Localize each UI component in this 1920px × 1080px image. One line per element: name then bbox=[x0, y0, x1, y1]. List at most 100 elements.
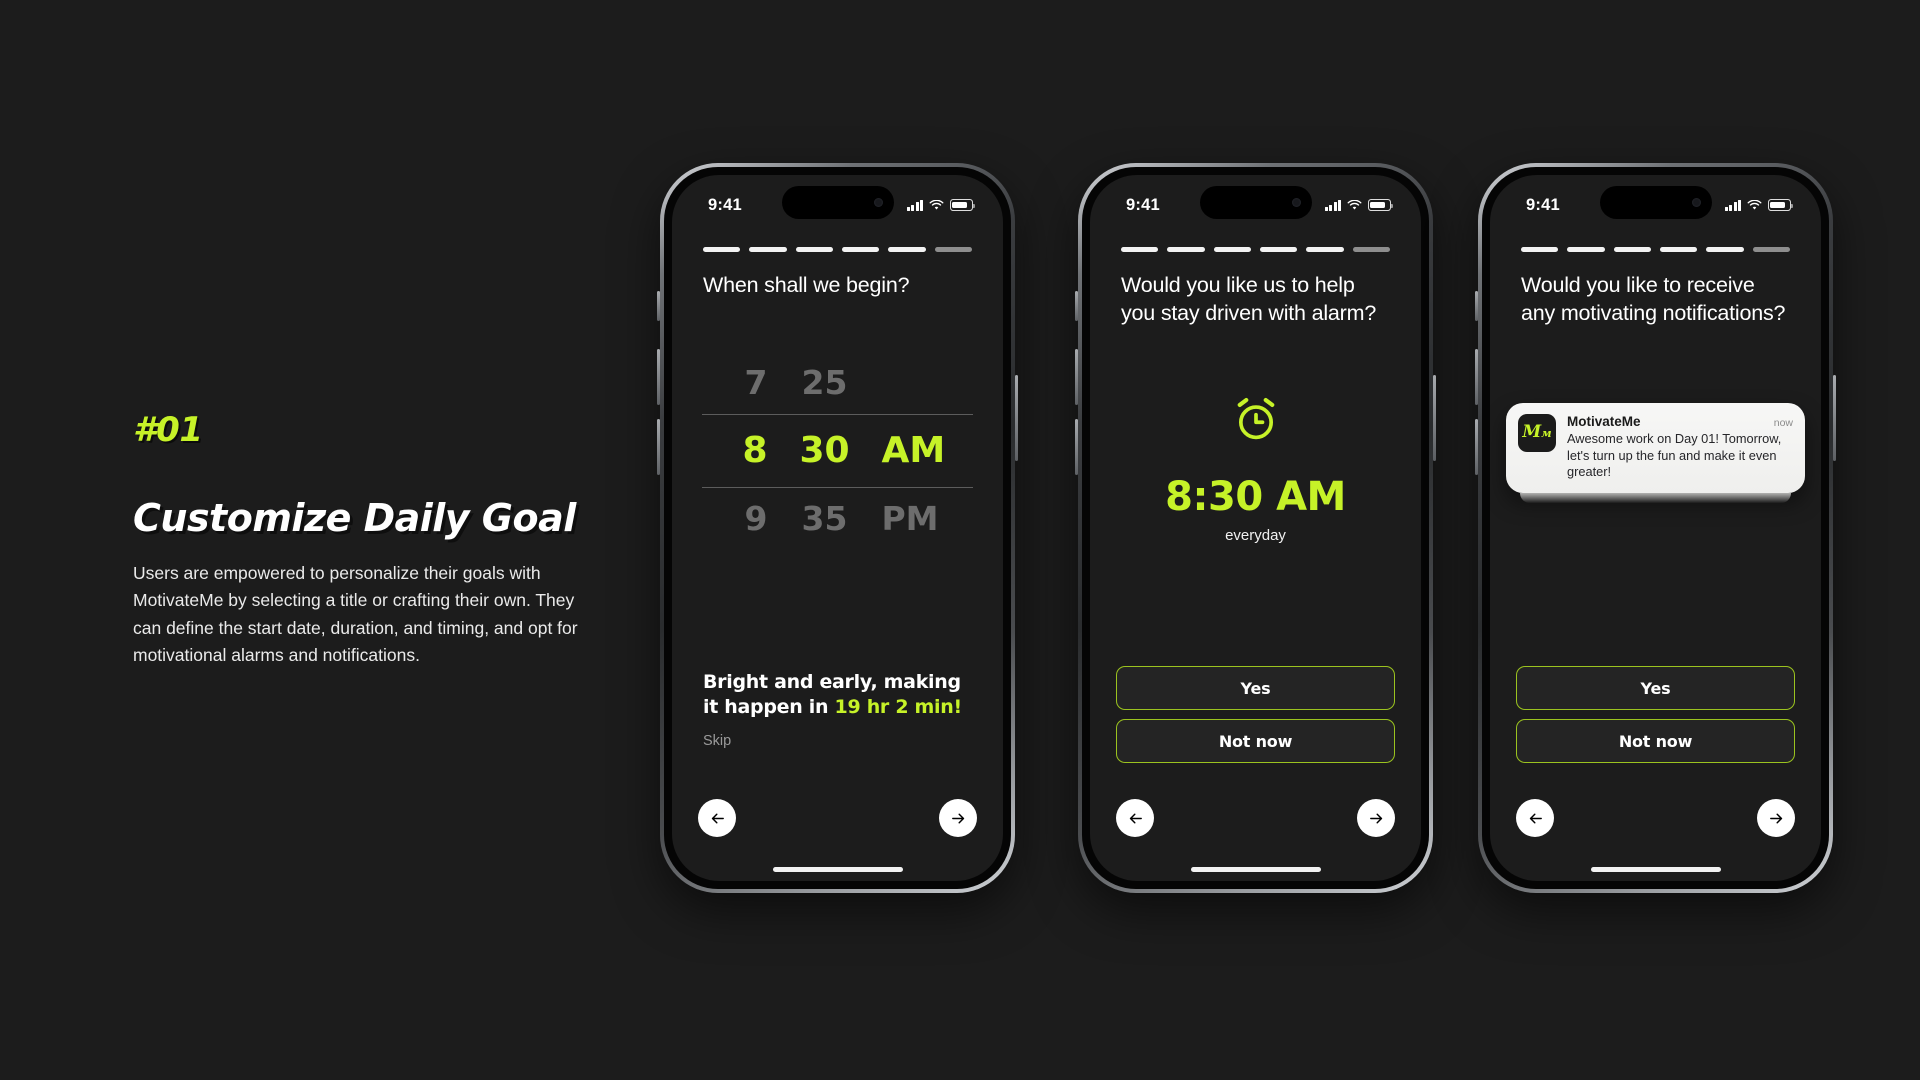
not-now-button[interactable]: Not now bbox=[1116, 719, 1395, 763]
copy-block: #01 Customize Daily Goal Users are empow… bbox=[133, 410, 603, 669]
wifi-icon bbox=[1347, 199, 1362, 210]
notification-stack-shadow bbox=[1520, 492, 1791, 503]
progress-segment bbox=[1121, 247, 1159, 252]
volume-up-button[interactable] bbox=[1475, 349, 1478, 405]
app-icon-letter-small: м bbox=[1541, 427, 1552, 440]
yes-button[interactable]: Yes bbox=[1116, 666, 1395, 710]
progress-segment bbox=[1352, 247, 1390, 252]
progress-segment bbox=[1567, 247, 1605, 252]
arrow-right-icon bbox=[1369, 813, 1382, 823]
next-button[interactable] bbox=[939, 799, 977, 837]
screen-time-picker: 9:41 When shall we begin? 7 25 8 30 AM 9… bbox=[672, 175, 1003, 881]
power-button[interactable] bbox=[1015, 375, 1018, 461]
picker-minute: 30 bbox=[799, 430, 850, 472]
arrow-right-icon bbox=[1769, 813, 1782, 823]
mute-switch[interactable] bbox=[657, 291, 660, 321]
phone-bezel: 9:41 bbox=[664, 167, 1011, 889]
action-buttons: Yes Not now bbox=[1116, 666, 1395, 763]
front-camera-icon bbox=[1291, 198, 1301, 207]
progress-indicator bbox=[1490, 221, 1821, 252]
wifi-icon bbox=[1747, 199, 1762, 210]
yes-button[interactable]: Yes bbox=[1516, 666, 1795, 710]
home-indicator bbox=[1590, 867, 1721, 872]
next-button[interactable] bbox=[1357, 799, 1395, 837]
picker-hour: 7 bbox=[744, 363, 768, 403]
progress-segment bbox=[934, 247, 972, 252]
action-buttons: Yes Not now bbox=[1516, 666, 1795, 763]
summary-block: Bright and early, making it happen in 19… bbox=[703, 670, 972, 749]
home-indicator bbox=[1190, 867, 1321, 872]
volume-up-button[interactable] bbox=[657, 349, 660, 405]
status-bar: 9:41 bbox=[1490, 175, 1821, 221]
slide-canvas: #01 Customize Daily Goal Users are empow… bbox=[0, 0, 1920, 1080]
screen-notification-prompt: 9:41 Would you like to receive any motiv… bbox=[1490, 175, 1821, 881]
picker-row-previous[interactable]: 7 25 bbox=[700, 352, 975, 414]
status-bar: 9:41 bbox=[1090, 175, 1421, 221]
arrow-right-icon bbox=[951, 813, 964, 823]
screen-navigation bbox=[1116, 799, 1395, 837]
back-button[interactable] bbox=[1116, 799, 1154, 837]
picker-period: PM bbox=[881, 499, 939, 539]
arrow-left-icon bbox=[1129, 813, 1142, 823]
summary-text: Bright and early, making it happen in 19… bbox=[703, 670, 972, 721]
progress-segment bbox=[1706, 247, 1744, 252]
progress-segment bbox=[795, 247, 833, 252]
back-button[interactable] bbox=[1516, 799, 1554, 837]
mute-switch[interactable] bbox=[1075, 291, 1078, 321]
dynamic-island bbox=[1199, 186, 1312, 219]
status-icons bbox=[1724, 199, 1794, 211]
notification-body: MotivateMe now Awesome work on Day 01! T… bbox=[1567, 414, 1793, 481]
picker-minute: 35 bbox=[801, 499, 848, 539]
screen-navigation bbox=[698, 799, 977, 837]
cellular-bars-icon bbox=[906, 199, 923, 211]
question-text: When shall we begin? bbox=[703, 273, 910, 297]
progress-segment bbox=[888, 247, 926, 252]
front-camera-icon bbox=[1691, 198, 1701, 207]
next-button[interactable] bbox=[1757, 799, 1795, 837]
back-button[interactable] bbox=[698, 799, 736, 837]
power-button[interactable] bbox=[1433, 375, 1436, 461]
picker-row-selected[interactable]: 8 30 AM bbox=[700, 415, 975, 487]
status-time: 9:41 bbox=[708, 195, 742, 214]
phone-bezel: 9:41 bbox=[1482, 167, 1829, 889]
battery-icon bbox=[1368, 199, 1394, 211]
progress-segment bbox=[1752, 247, 1790, 252]
alarm-time: 8:30 AM bbox=[1165, 474, 1346, 520]
progress-segment bbox=[1613, 247, 1651, 252]
phone-bezel: 9:41 bbox=[1082, 167, 1429, 889]
question-text: Would you like us to help you stay drive… bbox=[1121, 273, 1377, 325]
screen-alarm-prompt: 9:41 Would you like us to help you stay … bbox=[1090, 175, 1421, 881]
notification-card[interactable]: Mм MotivateMe now Awesome work on Day 01… bbox=[1506, 403, 1805, 493]
power-button[interactable] bbox=[1833, 375, 1836, 461]
alarm-summary: 8:30 AM everyday bbox=[1090, 393, 1421, 544]
status-icons bbox=[906, 199, 976, 211]
volume-up-button[interactable] bbox=[1075, 349, 1078, 405]
description-text: Users are empowered to personalize their… bbox=[133, 563, 578, 665]
progress-segment bbox=[841, 247, 880, 252]
progress-indicator bbox=[672, 221, 1003, 252]
wifi-icon bbox=[929, 199, 944, 210]
notification-timestamp: now bbox=[1773, 417, 1793, 429]
notification-app-name: MotivateMe bbox=[1567, 414, 1641, 429]
volume-down-button[interactable] bbox=[1475, 419, 1478, 475]
question-text: Would you like to receive any motivating… bbox=[1521, 273, 1786, 325]
picker-minute: 25 bbox=[801, 363, 848, 403]
arrow-left-icon bbox=[711, 813, 724, 823]
dynamic-island bbox=[781, 186, 894, 219]
not-now-button[interactable]: Not now bbox=[1516, 719, 1795, 763]
battery-icon bbox=[1768, 199, 1794, 211]
picker-row-next[interactable]: 9 35 PM bbox=[700, 488, 975, 550]
page-title: Customize Daily Goal bbox=[133, 496, 576, 540]
progress-segment bbox=[749, 247, 787, 252]
cellular-bars-icon bbox=[1724, 199, 1741, 211]
progress-segment bbox=[1659, 247, 1698, 252]
screen-navigation bbox=[1516, 799, 1795, 837]
volume-down-button[interactable] bbox=[1075, 419, 1078, 475]
time-picker[interactable]: 7 25 8 30 AM 9 35 PM bbox=[672, 352, 1003, 550]
skip-link[interactable]: Skip bbox=[703, 733, 972, 749]
notification-header: MotivateMe now bbox=[1567, 414, 1793, 429]
volume-down-button[interactable] bbox=[657, 419, 660, 475]
home-indicator bbox=[772, 867, 903, 872]
mute-switch[interactable] bbox=[1475, 291, 1478, 321]
status-time: 9:41 bbox=[1526, 195, 1560, 214]
